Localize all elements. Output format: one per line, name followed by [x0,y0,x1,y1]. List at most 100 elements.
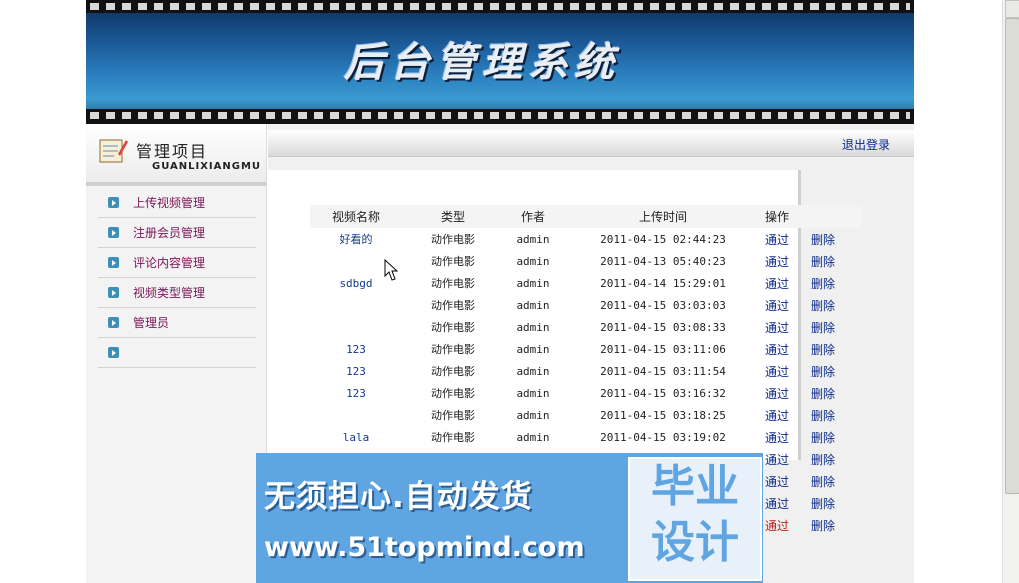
delete-link[interactable]: 删除 [811,277,835,291]
sidebar-item-label: 上传视频管理 [133,196,206,210]
column-header: 类型 [402,205,504,228]
watermark-slogan: 无须担心.自动发货 [264,479,533,515]
action-cell: 通过 删除 [764,382,862,404]
scroll-up-button[interactable] [1005,0,1019,18]
video-type-cell: 动作电影 [431,299,475,312]
table-row: 123 动作电影 admin 2011-04-15 03:11:06 通过 删除 [310,338,862,360]
video-type-cell: 动作电影 [431,409,475,422]
delete-link[interactable]: 删除 [811,299,835,313]
video-type-cell: 动作电影 [431,233,475,246]
action-cell: 通过 删除 [764,470,862,492]
sidebar-item-label: 注册会员管理 [133,226,206,240]
author-cell: admin [516,298,550,312]
approve-link[interactable]: 通过 [765,475,789,489]
arrow-bullet-icon [108,287,119,298]
approve-link[interactable]: 通过 [765,453,789,467]
video-name-cell: 123 [346,342,366,356]
film-strip-top [86,0,914,13]
approve-link[interactable]: 通过 [765,299,789,313]
table-row: 动作电影 admin 2011-04-15 03:18:25 通过 删除 [310,404,862,426]
sidebar-item-members[interactable]: 注册会员管理 [98,218,256,248]
video-type-cell: 动作电影 [431,343,475,356]
delete-link[interactable]: 删除 [811,453,835,467]
video-type-cell: 动作电影 [431,431,475,444]
sidebar: 管理项目 GUANLIXIANGMU 上传视频管理 注册会员管理 评论内容管理 … [86,124,267,583]
video-name-cell: lala [342,430,370,444]
sidebar-item-comments[interactable]: 评论内容管理 [98,248,256,278]
action-cell: 通过 删除 [764,250,862,272]
arrow-bullet-icon [108,257,119,268]
upload-time-cell: 2011-04-13 05:40:23 [600,254,726,268]
author-cell: admin [516,408,550,422]
author-cell: admin [516,364,550,378]
delete-link[interactable]: 删除 [811,321,835,335]
approve-link[interactable]: 通过 [765,431,789,445]
upload-time-cell: 2011-04-15 03:16:32 [600,386,726,400]
approve-link[interactable]: 通过 [765,519,789,533]
video-name-cell [310,404,402,426]
upload-time-cell: 2011-04-15 03:18:25 [600,408,726,422]
delete-link[interactable]: 删除 [811,497,835,511]
delete-link[interactable]: 删除 [811,387,835,401]
delete-link[interactable]: 删除 [811,431,835,445]
arrow-bullet-icon [108,197,119,208]
sidebar-item-video-types[interactable]: 视频类型管理 [98,278,256,308]
action-cell: 通过 删除 [764,360,862,382]
table-row: lala 动作电影 admin 2011-04-15 03:19:02 通过 删除 [310,426,862,448]
mouse-cursor-icon [384,259,398,281]
logout-link[interactable]: 退出登录 [842,136,890,153]
sidebar-item-label: 视频类型管理 [133,286,206,300]
watermark-url: www.51topmind.com [264,532,585,563]
delete-link[interactable]: 删除 [811,475,835,489]
action-cell: 通过 删除 [764,294,862,316]
approve-link[interactable]: 通过 [765,277,789,291]
notepad-icon [99,139,128,163]
upload-time-cell: 2011-04-14 15:29:01 [600,276,726,290]
approve-link[interactable]: 通过 [765,233,789,247]
top-bar: 退出登录 [268,130,914,157]
upload-time-cell: 2011-04-15 03:08:33 [600,320,726,334]
delete-link[interactable]: 删除 [811,343,835,357]
author-cell: admin [516,430,550,444]
watermark-badge: 毕业 设计 [628,457,762,581]
sidebar-item-label: 评论内容管理 [133,256,206,270]
sidebar-item-upload-video[interactable]: 上传视频管理 [98,188,256,218]
delete-link[interactable]: 删除 [811,233,835,247]
watermark-badge-line: 设计 [651,517,739,568]
sidebar-item-empty[interactable] [98,338,256,368]
header-banner: 后台管理系统 [86,0,914,124]
approve-link[interactable]: 通过 [765,255,789,269]
author-cell: admin [516,232,550,246]
action-cell: 通过 删除 [764,514,862,536]
action-cell: 通过 删除 [764,338,862,360]
video-name-cell: 123 [346,364,366,378]
upload-time-cell: 2011-04-15 02:44:23 [600,232,726,246]
approve-link[interactable]: 通过 [765,365,789,379]
approve-link[interactable]: 通过 [765,343,789,357]
table-row: 动作电影 admin 2011-04-15 03:08:33 通过 删除 [310,316,862,338]
video-type-cell: 动作电影 [431,387,475,400]
delete-link[interactable]: 删除 [811,255,835,269]
approve-link[interactable]: 通过 [765,387,789,401]
arrow-bullet-icon [108,227,119,238]
approve-link[interactable]: 通过 [765,409,789,423]
column-header: 作者 [504,205,562,228]
sidebar-item-admins[interactable]: 管理员 [98,308,256,338]
delete-link[interactable]: 删除 [811,365,835,379]
approve-link[interactable]: 通过 [765,321,789,335]
column-header: 操作 [764,205,862,228]
video-type-cell: 动作电影 [431,277,475,290]
upload-time-cell: 2011-04-15 03:11:06 [600,342,726,356]
action-cell: 通过 删除 [764,272,862,294]
watermark-badge-line: 毕业 [651,461,739,512]
delete-link[interactable]: 删除 [811,519,835,533]
video-name-cell: 好看的 [339,233,373,246]
approve-link[interactable]: 通过 [765,497,789,511]
vertical-scrollbar[interactable] [1002,0,1019,583]
column-header: 视频名称 [310,205,402,228]
watermark-text: 无须担心.自动发货 www.51topmind.com [264,471,624,563]
delete-link[interactable]: 删除 [811,409,835,423]
arrow-bullet-icon [108,347,119,358]
scroll-thumb[interactable] [1005,18,1019,494]
author-cell: admin [516,254,550,268]
